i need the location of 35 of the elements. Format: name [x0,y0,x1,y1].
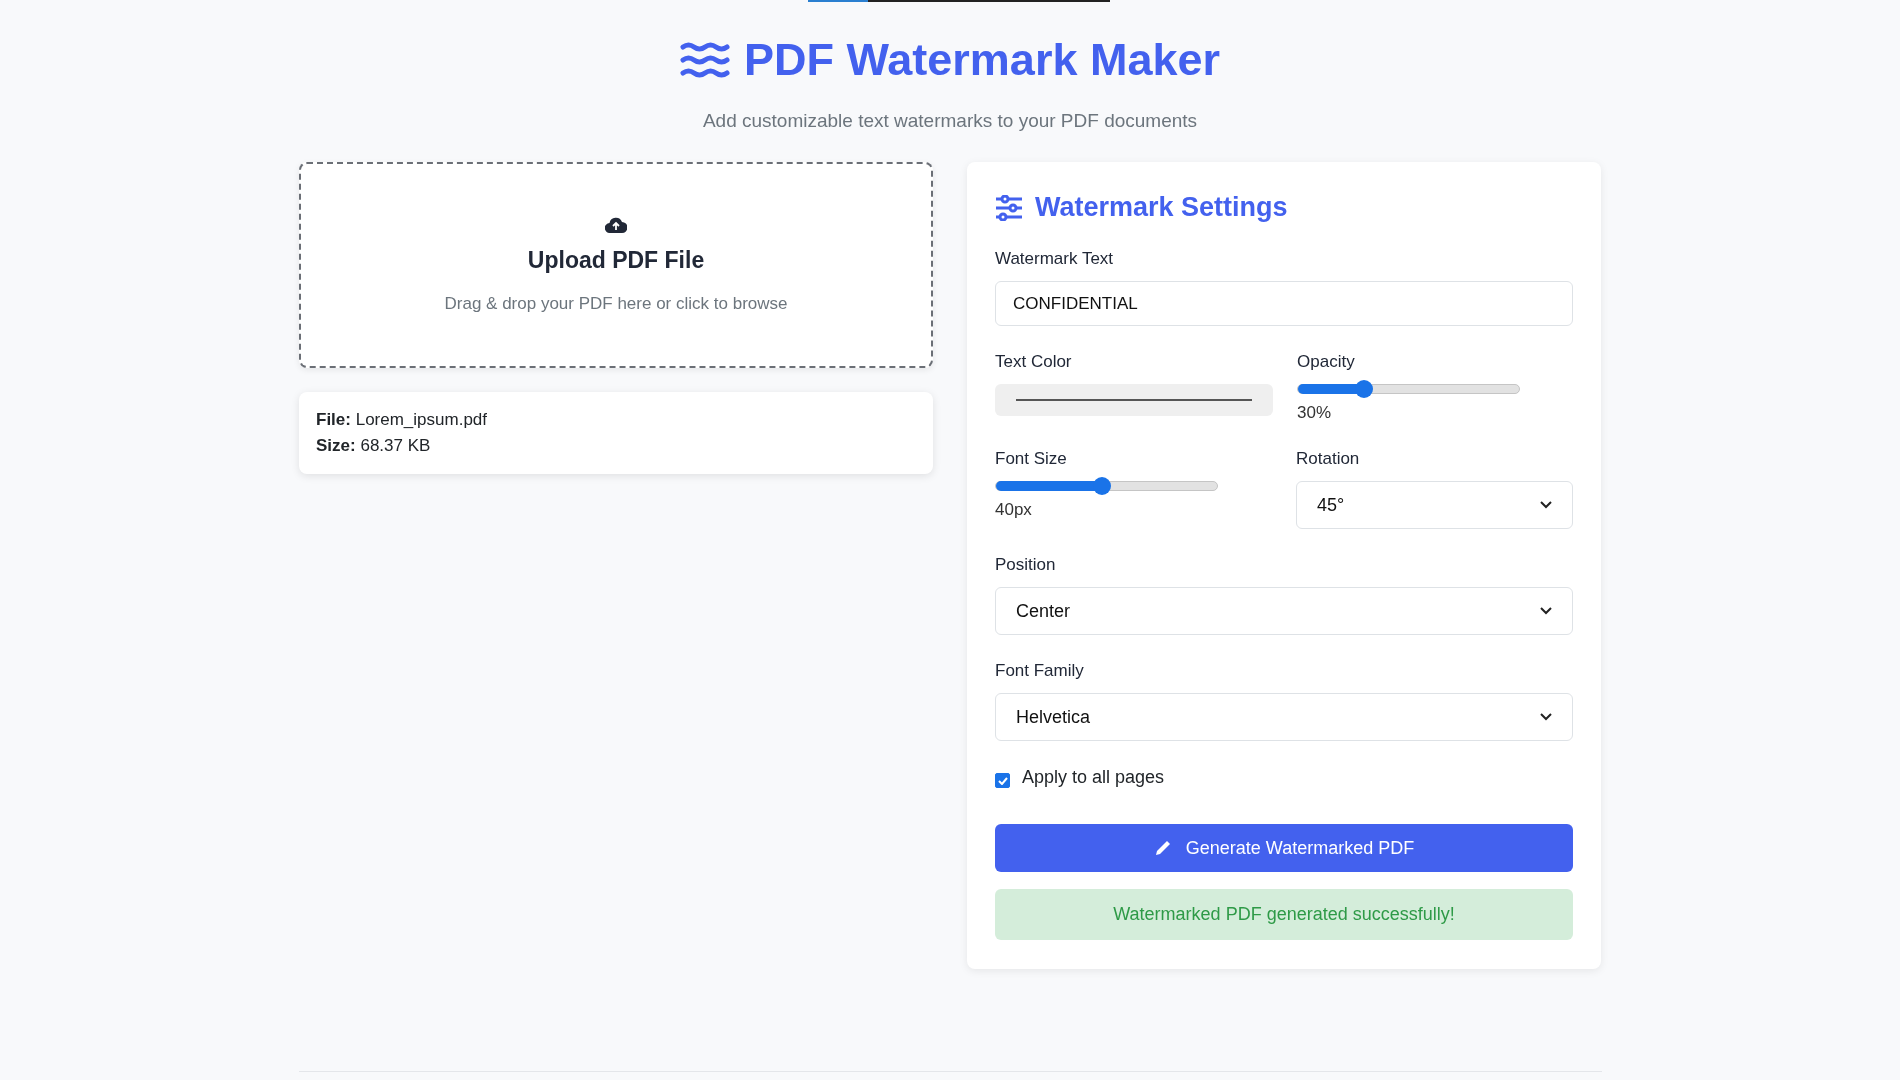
upload-dropzone[interactable]: Upload PDF File Drag & drop your PDF here or click to browse [299,162,933,368]
color-picker[interactable] [995,384,1273,416]
checkbox-label: Apply to all pages [1022,767,1165,788]
font-family-select[interactable]: Helvetica [995,693,1573,741]
waves-icon [680,42,730,78]
page-subtitle: Add customizable text watermarks to your PDF documents [702,110,1198,132]
cloud-upload-icon [605,216,627,233]
pencil-icon [1153,839,1172,857]
checkbox[interactable] [995,773,1010,788]
success-message: Watermarked PDF generated successfully! [995,889,1573,940]
field-label: Watermark Text [995,249,1115,269]
position-select[interactable]: Center [995,587,1573,635]
slider-thumb[interactable] [1355,380,1374,398]
settings-title: Watermark Settings [1035,192,1288,223]
file-info-line: File: Lorem_ipsum.pdf [316,410,489,430]
upload-hint: Drag & drop your PDF here or click to browse [444,293,788,314]
chevron-down-icon [1540,607,1552,615]
field-label: Font Size [995,449,1068,469]
watermark-text-input[interactable]: CONFIDENTIAL [995,281,1573,326]
slider-thumb[interactable] [1093,477,1112,495]
field-label: Opacity [1297,352,1356,372]
field-label: Position [995,555,1057,575]
page-title: PDF Watermark Maker [744,34,1220,86]
generate-button[interactable]: Generate Watermarked PDF [995,824,1573,872]
chevron-down-icon [1540,501,1552,509]
rotation-select[interactable]: 45° [1296,481,1573,529]
field-label: Text Color [995,352,1073,372]
slider-value: 30% [1297,403,1333,423]
upload-title: Upload PDF File [527,246,705,274]
file-info-line: Size: 68.37 KB [316,436,432,456]
slider-value: 40px [995,500,1033,520]
field-label: Font Family [995,661,1085,681]
chevron-down-icon [1540,713,1552,721]
field-label: Rotation [1296,449,1361,469]
sliders-icon [995,194,1023,221]
